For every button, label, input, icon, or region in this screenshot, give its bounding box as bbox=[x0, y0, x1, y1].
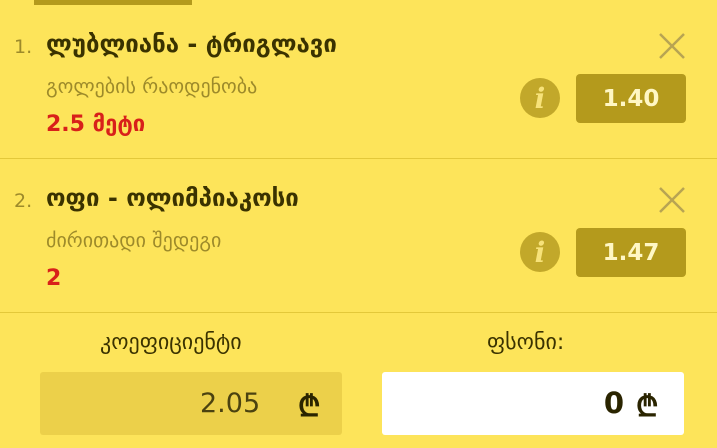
lari-currency-icon: ₾ bbox=[298, 389, 321, 423]
bet-slip-item: 2. ოფი - ოლიმპიაკოსი ძირითადი შედეგი 2 i… bbox=[0, 160, 717, 313]
info-icon: i bbox=[534, 81, 546, 115]
stake-input[interactable]: 0 ₾ bbox=[382, 372, 684, 435]
market-name: ძირითადი შედეგი bbox=[46, 228, 222, 252]
odds-button[interactable]: 1.47 bbox=[576, 228, 686, 277]
info-icon: i bbox=[534, 235, 546, 269]
stake-amount: 0 bbox=[603, 386, 624, 420]
remove-bet-button[interactable] bbox=[652, 180, 692, 220]
odds-button[interactable]: 1.40 bbox=[576, 74, 686, 123]
market-name: გოლების რაოდენობა bbox=[46, 74, 258, 98]
close-icon bbox=[659, 33, 685, 59]
coefficient-label: კოეფიციენტი bbox=[100, 330, 242, 355]
info-button[interactable]: i bbox=[520, 232, 560, 272]
odds-value: 1.40 bbox=[602, 85, 660, 112]
bet-number: 1. bbox=[14, 36, 33, 58]
odds-value: 1.47 bbox=[602, 239, 660, 266]
total-coefficient-value: 2.05 bbox=[200, 388, 261, 419]
selected-outcome: 2.5 მეტი bbox=[46, 112, 146, 137]
remove-bet-button[interactable] bbox=[652, 26, 692, 66]
lari-currency-icon: ₾ bbox=[636, 389, 659, 423]
match-title: ოფი - ოლიმპიაკოსი bbox=[46, 184, 299, 212]
match-title: ლუბლიანა - ტრიგლავი bbox=[46, 30, 337, 58]
close-icon bbox=[659, 187, 685, 213]
stake-label: ფსონი: bbox=[487, 330, 565, 355]
total-coefficient-display: 2.05 ₾ bbox=[40, 372, 342, 435]
active-tab-indicator bbox=[34, 0, 192, 5]
bet-number: 2. bbox=[14, 190, 33, 212]
bet-slip-item: 1. ლუბლიანა - ტრიგლავი გოლების რაოდენობა… bbox=[0, 6, 717, 159]
selected-outcome: 2 bbox=[46, 266, 62, 291]
info-button[interactable]: i bbox=[520, 78, 560, 118]
